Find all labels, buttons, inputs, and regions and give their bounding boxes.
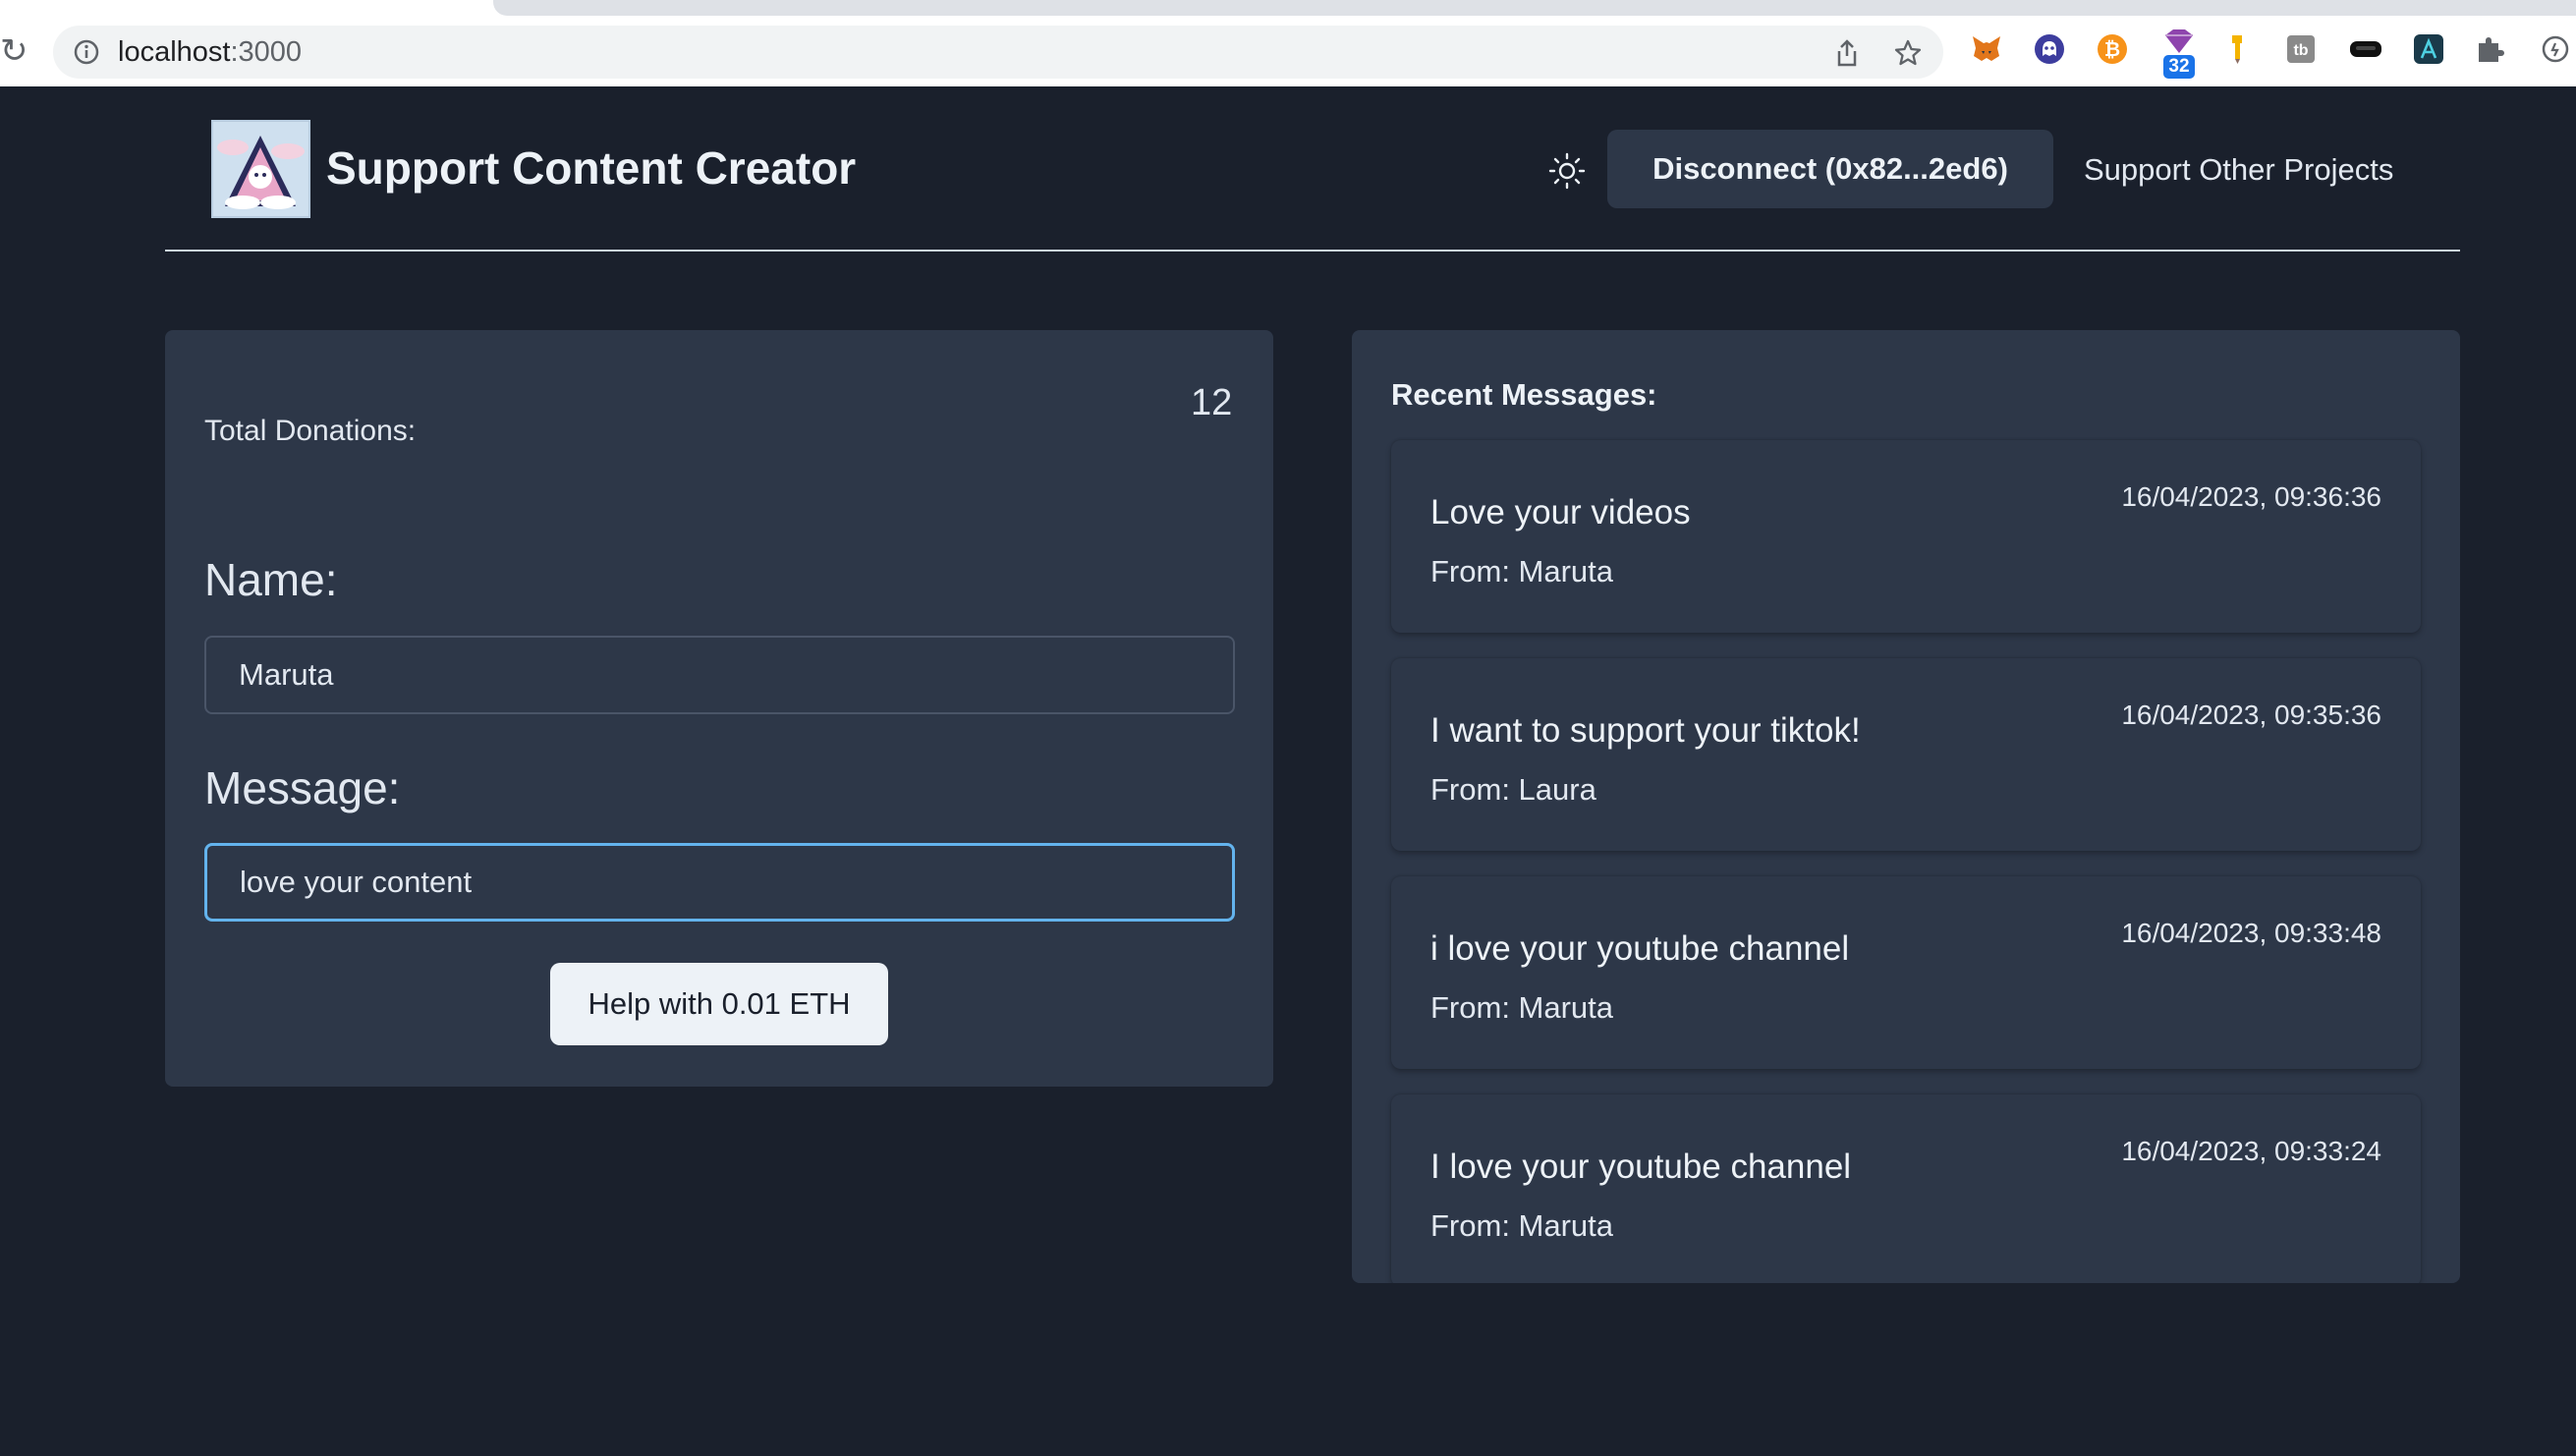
url-text[interactable]: localhost:3000 bbox=[118, 37, 302, 67]
lambda-icon[interactable] bbox=[2413, 33, 2444, 65]
bookmark-star-icon[interactable] bbox=[1892, 37, 1924, 69]
message-sender: From: Laura bbox=[1430, 772, 1596, 807]
message-text: i love your youtube channel bbox=[1430, 929, 1850, 968]
header-divider bbox=[165, 250, 2460, 252]
refresh-circle-icon[interactable] bbox=[2535, 33, 2576, 65]
name-input[interactable]: Maruta bbox=[204, 636, 1235, 714]
svg-text:₿: ₿ bbox=[2104, 37, 2120, 61]
donate-button[interactable]: Help with 0.01 ETH bbox=[550, 963, 888, 1045]
message-timestamp: 16/04/2023, 09:35:36 bbox=[2121, 700, 2381, 730]
url-host: localhost bbox=[118, 36, 231, 68]
message-item: i love your youtube channel From: Maruta… bbox=[1391, 876, 2421, 1069]
message-sender: From: Maruta bbox=[1430, 1208, 1614, 1243]
address-bar[interactable]: localhost:3000 bbox=[53, 26, 1943, 79]
vr-headset-icon[interactable] bbox=[2348, 33, 2383, 65]
recent-messages-title: Recent Messages: bbox=[1391, 377, 1657, 412]
disconnect-wallet-button[interactable]: Disconnect (0x82...2ed6) bbox=[1607, 130, 2053, 208]
share-icon[interactable] bbox=[1831, 37, 1863, 69]
message-text: I want to support your tiktok! bbox=[1430, 711, 1861, 750]
name-label: Name: bbox=[204, 554, 338, 605]
tb-icon[interactable]: tb bbox=[2285, 33, 2317, 65]
message-timestamp: 16/04/2023, 09:33:48 bbox=[2121, 918, 2381, 948]
app-logo[interactable] bbox=[211, 120, 310, 218]
tab-bar bbox=[493, 0, 2576, 16]
message-timestamp: 16/04/2023, 09:36:36 bbox=[2121, 481, 2381, 512]
message-text: I love your youtube channel bbox=[1430, 1148, 1852, 1186]
recent-messages-card: Recent Messages: Love your videos From: … bbox=[1352, 330, 2460, 1283]
theme-toggle-sun-icon[interactable] bbox=[1548, 152, 1586, 190]
svg-text:tb: tb bbox=[2293, 42, 2308, 59]
message-input[interactable]: love your content bbox=[204, 843, 1235, 922]
message-label: Message: bbox=[204, 762, 401, 813]
bitcoin-icon[interactable]: ₿ bbox=[2097, 33, 2128, 65]
reload-icon[interactable]: ↻ bbox=[0, 31, 26, 71]
donation-card: Total Donations: 12 Name: Maruta Message… bbox=[165, 330, 1273, 1087]
message-sender: From: Maruta bbox=[1430, 990, 1614, 1025]
message-item: I want to support your tiktok! From: Lau… bbox=[1391, 658, 2421, 851]
message-text: Love your videos bbox=[1430, 493, 1691, 532]
message-item: Love your videos From: Maruta 16/04/2023… bbox=[1391, 440, 2421, 633]
info-icon[interactable] bbox=[73, 38, 100, 66]
ghost-icon[interactable] bbox=[2034, 33, 2065, 65]
url-port: :3000 bbox=[230, 36, 303, 68]
support-other-projects-link[interactable]: Support Other Projects bbox=[2084, 150, 2393, 190]
browser-toolbar: ↻ localhost:3000 ₿ 32 tb bbox=[0, 0, 2576, 86]
message-timestamp: 16/04/2023, 09:33:24 bbox=[2121, 1136, 2381, 1166]
tab-strip bbox=[0, 0, 2576, 16]
total-donations-value: 12 bbox=[1191, 382, 1233, 423]
message-sender: From: Maruta bbox=[1430, 554, 1614, 588]
app-title: Support Content Creator bbox=[326, 142, 857, 194]
puzzle-icon[interactable] bbox=[2474, 33, 2505, 65]
message-item: I love your youtube channel From: Maruta… bbox=[1391, 1094, 2421, 1283]
pencil-icon[interactable] bbox=[2222, 33, 2254, 65]
metamask-fox-icon[interactable] bbox=[1971, 33, 2002, 65]
extension-badge: 32 bbox=[2163, 55, 2195, 79]
total-donations-label: Total Donations: bbox=[204, 415, 417, 447]
